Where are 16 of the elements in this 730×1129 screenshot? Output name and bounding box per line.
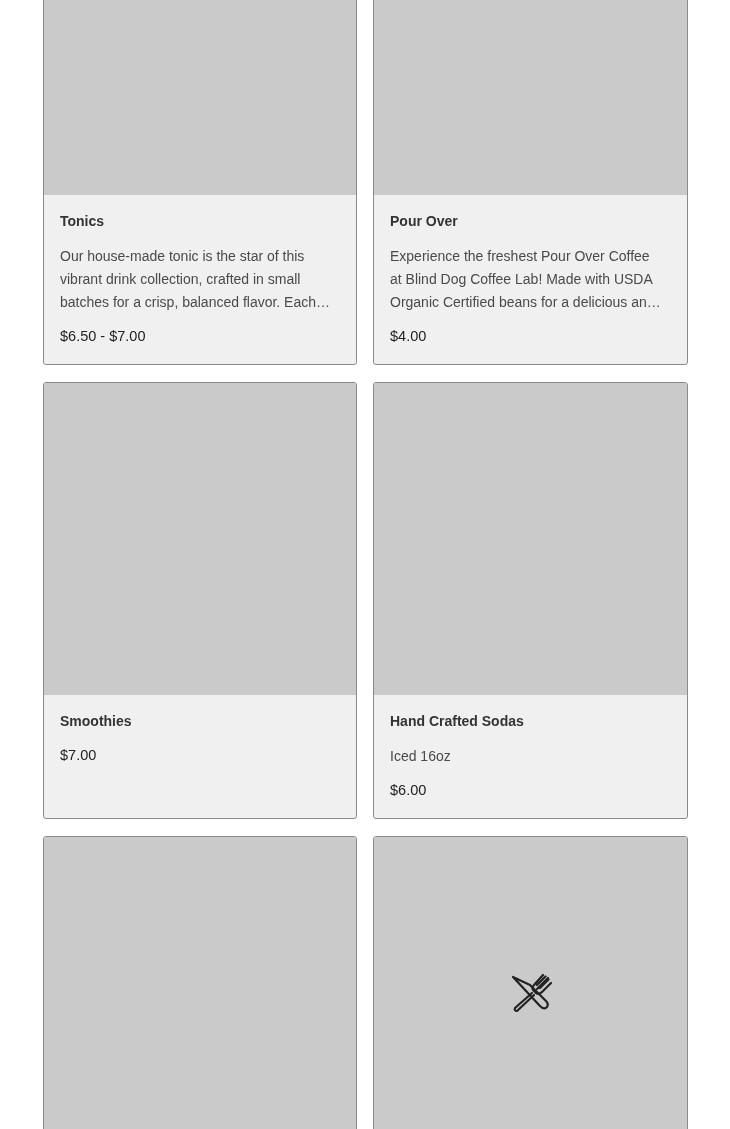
item-price: $6.00 — [390, 781, 428, 800]
card-background[interactable]: Smoothies $7.00 — [43, 382, 357, 819]
card-background[interactable]: Pour Over Experience the freshest Pour Over Coffee at Blind Dog Coffee Lab! Made with USDA Organic Certified beans for a delicious an… $4.00 — [373, 0, 688, 365]
item-title: Hand Crafted Sodas — [390, 712, 525, 730]
fork-and-knife-icon — [509, 972, 552, 1014]
item-title: Pour Over — [390, 212, 459, 230]
item-description: Experience the freshest Pour Over Coffee at Blind Dog Coffee Lab! Made with USDA Organic Certified beans for a delicious an… — [390, 247, 662, 312]
item-description: Iced 16oz — [390, 747, 452, 766]
item-title: Tonics — [60, 212, 106, 230]
card-background[interactable]: Hand Crafted Sodas Iced 16oz $6.00 — [373, 382, 688, 819]
item-description: Our house-made tonic is the star of this vibrant drink collection, crafted in small batches for a crisp, balanced flavor. Each… — [60, 247, 332, 312]
item-price: $7.00 — [60, 746, 98, 765]
card-background[interactable]: Tonics Our house-made tonic is the star of this vibrant drink collection, crafted in small batches for a crisp, balanced flavor. Each… $6.50 - $7.00 — [43, 0, 357, 365]
item-price: $6.50 - $7.00 — [60, 327, 147, 346]
item-title: Smoothies — [60, 712, 133, 730]
item-price: $4.00 — [390, 327, 428, 346]
